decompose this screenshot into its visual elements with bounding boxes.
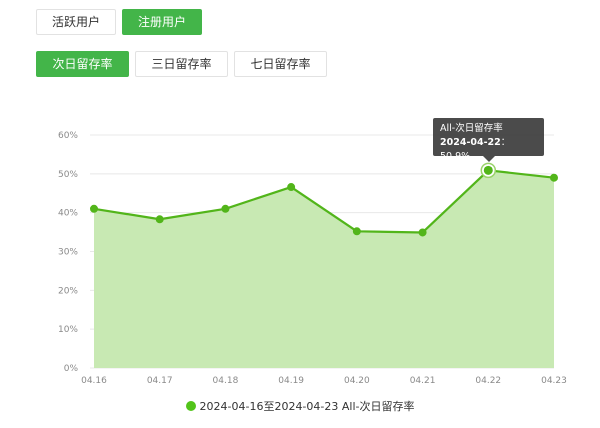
x-tick-label: 04.17: [147, 376, 173, 386]
y-tick-label: 0%: [64, 364, 79, 374]
x-tick-label: 04.16: [81, 376, 107, 386]
highlighted-data-point: [483, 165, 493, 175]
retention-chart: 0% 10% 20% 30% 40% 50% 60% 04.16 04.17 04.18 04.19…: [58, 131, 567, 386]
tooltip-value: 50.9%: [440, 151, 471, 162]
tooltip-title: All-次日留存率: [440, 123, 503, 134]
y-tick-label: 60%: [58, 131, 78, 141]
x-tick-label: 04.19: [278, 376, 304, 386]
y-tick-label: 40%: [58, 209, 78, 219]
data-point: [352, 227, 361, 236]
data-point: [418, 228, 427, 237]
tooltip-content: 2024-04-22： 50.9%: [440, 136, 537, 164]
x-tick-label: 04.20: [344, 376, 370, 386]
y-tick-label: 30%: [58, 248, 78, 258]
tooltip-separator: ：: [500, 137, 511, 148]
data-point: [550, 173, 558, 182]
y-tick-label: 20%: [58, 286, 78, 296]
y-tick-label: 10%: [58, 325, 78, 335]
x-tick-label: 04.21: [410, 376, 436, 386]
legend-marker: [185, 401, 196, 411]
tooltip-date: 2024-04-22: [440, 137, 501, 148]
data-point: [287, 183, 296, 192]
data-point: [155, 215, 164, 224]
chart-legend[interactable]: 2024-04-16至2024-04-23 All-次日留存率: [0, 398, 600, 414]
x-tick-label: 04.18: [213, 376, 239, 386]
data-point: [90, 204, 98, 213]
data-point: [221, 204, 230, 213]
y-tick-label: 50%: [58, 170, 78, 180]
series-area: [94, 170, 554, 368]
legend-label: 2024-04-16至2024-04-23 All-次日留存率: [199, 400, 415, 413]
x-tick-label: 04.23: [541, 376, 567, 386]
x-tick-label: 04.22: [475, 376, 501, 386]
chart-tooltip: All-次日留存率 2024-04-22： 50.9%: [433, 118, 544, 162]
